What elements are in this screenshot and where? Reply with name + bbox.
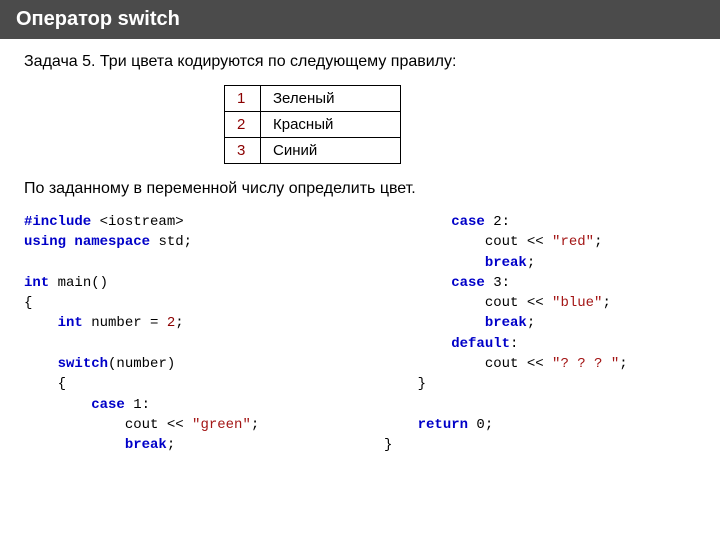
colon: : <box>142 397 150 413</box>
code-listing: #include <iostream> using namespace std;… <box>24 212 696 456</box>
color-mapping-table: 1 Зеленый 2 Красный 3 Синий <box>224 85 401 164</box>
semi: ; <box>527 255 535 271</box>
kw-return: return <box>418 417 468 433</box>
kw-break: break <box>485 315 527 331</box>
str-lit: "red" <box>552 234 594 250</box>
slide-header: Оператор switch <box>0 0 720 39</box>
cout: cout << <box>485 234 552 250</box>
kw-case: case <box>451 275 485 291</box>
rbrace: } <box>418 376 426 392</box>
kw-switch: switch <box>58 356 108 372</box>
table-row: 2 Красный <box>225 112 401 138</box>
semi: ; <box>619 356 627 372</box>
table-row: 1 Зеленый <box>225 86 401 112</box>
num-lit: 2 <box>167 315 175 331</box>
cout: cout << <box>485 356 552 372</box>
kw-using: using <box>24 234 66 250</box>
semi: ; <box>251 417 259 433</box>
std: std; <box>150 234 192 250</box>
kw-break: break <box>125 437 167 453</box>
str-lit: "? ? ? " <box>552 356 619 372</box>
main: main() <box>49 275 108 291</box>
colon: : <box>502 214 510 230</box>
lbrace: { <box>58 376 66 392</box>
code-right-column: case 2: cout << "red"; break; case 3: co… <box>384 212 696 456</box>
semi: ; <box>167 437 175 453</box>
slide-content: Задача 5. Три цвета кодируются по следую… <box>0 39 720 470</box>
cell-name: Красный <box>261 112 401 138</box>
rbrace: } <box>384 437 392 453</box>
task-followup: По заданному в переменной числу определи… <box>24 180 696 198</box>
switch-arg: (number) <box>108 356 175 372</box>
semi: ; <box>602 295 610 311</box>
table-row: 3 Синий <box>225 138 401 164</box>
case-num: 2 <box>485 214 502 230</box>
decl: number = <box>83 315 167 331</box>
header-title: Оператор switch <box>16 8 180 30</box>
semi: ; <box>175 315 183 331</box>
kw-int: int <box>24 275 49 291</box>
task-intro: Задача 5. Три цвета кодируются по следую… <box>24 53 696 71</box>
cell-name: Синий <box>261 138 401 164</box>
str-lit: "green" <box>192 417 251 433</box>
kw-int: int <box>58 315 83 331</box>
case-num: 3 <box>485 275 502 291</box>
cout: cout << <box>485 295 552 311</box>
semi: ; <box>594 234 602 250</box>
cell-name: Зеленый <box>261 86 401 112</box>
colon: : <box>510 336 518 352</box>
semi: ; <box>485 417 493 433</box>
colon: : <box>502 275 510 291</box>
cell-code: 2 <box>225 112 261 138</box>
kw-namespace: namespace <box>74 234 150 250</box>
semi: ; <box>527 315 535 331</box>
lbrace: { <box>24 295 32 311</box>
cell-code: 1 <box>225 86 261 112</box>
kw-include: #include <box>24 214 91 230</box>
code-left-column: #include <iostream> using namespace std;… <box>24 212 384 456</box>
ret-val: 0 <box>468 417 485 433</box>
case-num: 1 <box>125 397 142 413</box>
cout: cout << <box>125 417 192 433</box>
kw-case: case <box>451 214 485 230</box>
kw-break: break <box>485 255 527 271</box>
kw-case: case <box>91 397 125 413</box>
str-lit: "blue" <box>552 295 602 311</box>
cell-code: 3 <box>225 138 261 164</box>
kw-default: default <box>451 336 510 352</box>
include-lib: <iostream> <box>91 214 183 230</box>
